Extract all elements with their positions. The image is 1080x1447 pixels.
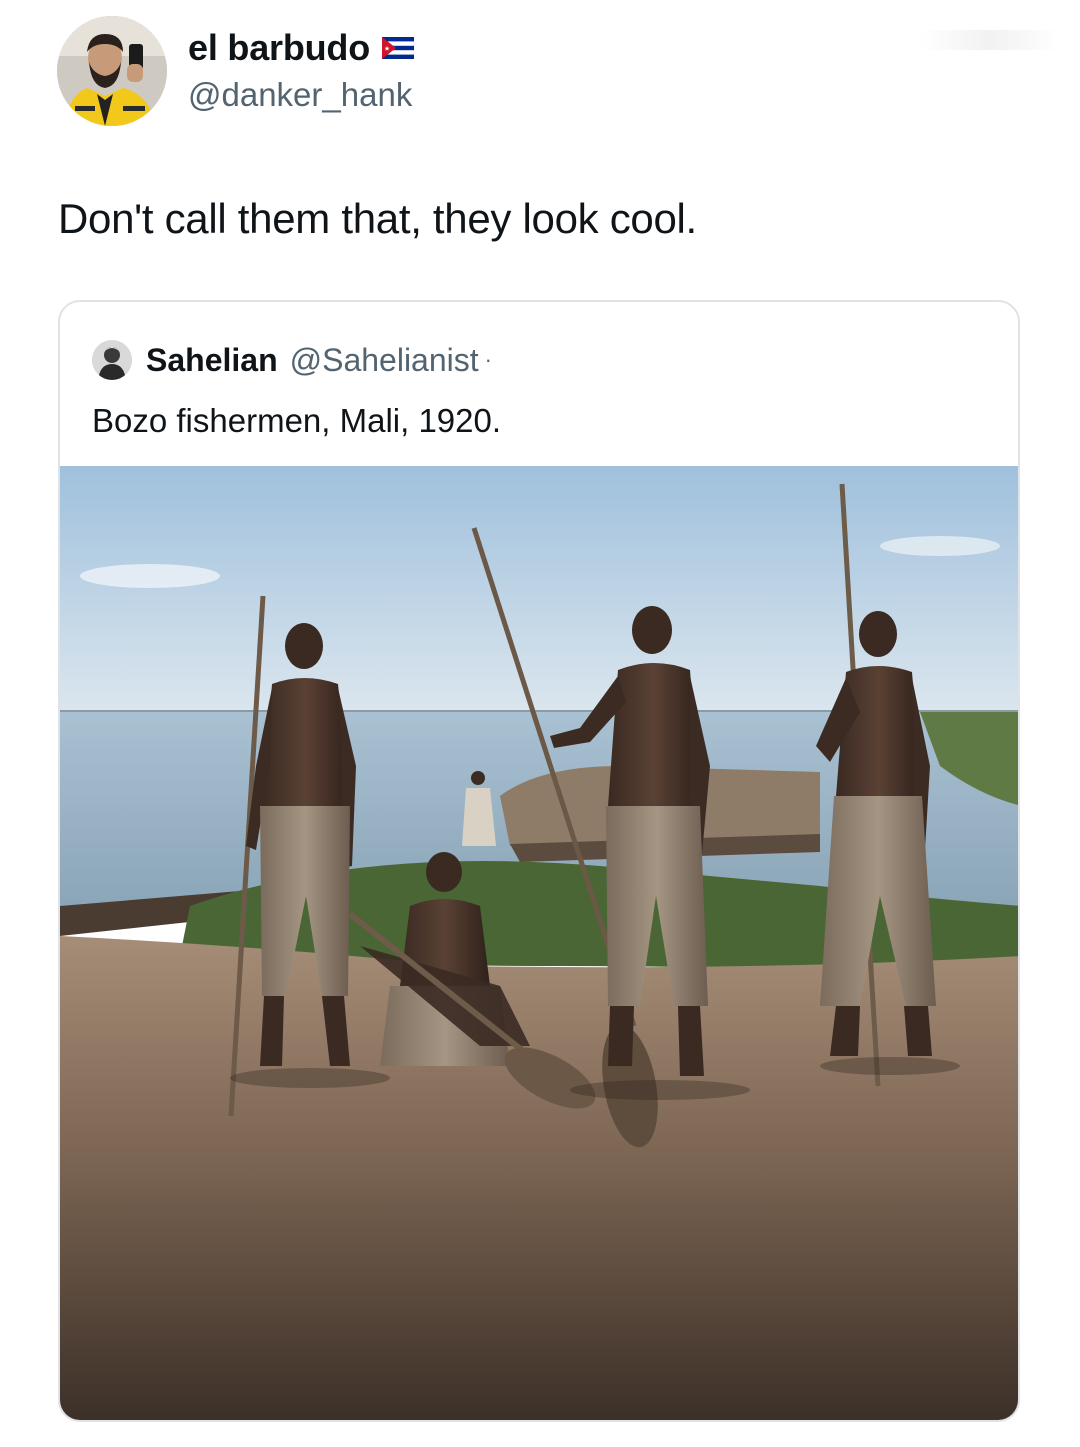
quoted-tweet-photo[interactable] [60, 466, 1018, 1420]
quoted-tweet-header: Sahelian @Sahelianist · [92, 338, 492, 382]
tweet-text: Don't call them that, they look cool. [58, 195, 697, 242]
fishermen-photo [60, 466, 1018, 1420]
cuba-flag-icon [381, 36, 415, 60]
quoted-author-avatar[interactable] [92, 340, 132, 380]
background-smudge [920, 30, 1060, 50]
avatar-photo [57, 16, 167, 126]
author-avatar[interactable] [57, 16, 167, 126]
author-display-name[interactable]: el barbudo [188, 27, 370, 69]
author-handle[interactable]: @danker_hank [188, 76, 412, 114]
separator-dot: · [484, 347, 492, 372]
quoted-tweet-card[interactable]: Sahelian @Sahelianist · Bozo fishermen, … [58, 300, 1020, 1422]
quoted-author-handle[interactable]: @Sahelianist [290, 342, 479, 379]
author-name-row[interactable]: el barbudo [188, 27, 415, 69]
quoted-author-name[interactable]: Sahelian [146, 342, 278, 379]
quoted-tweet-text: Bozo fishermen, Mali, 1920. [92, 402, 502, 439]
